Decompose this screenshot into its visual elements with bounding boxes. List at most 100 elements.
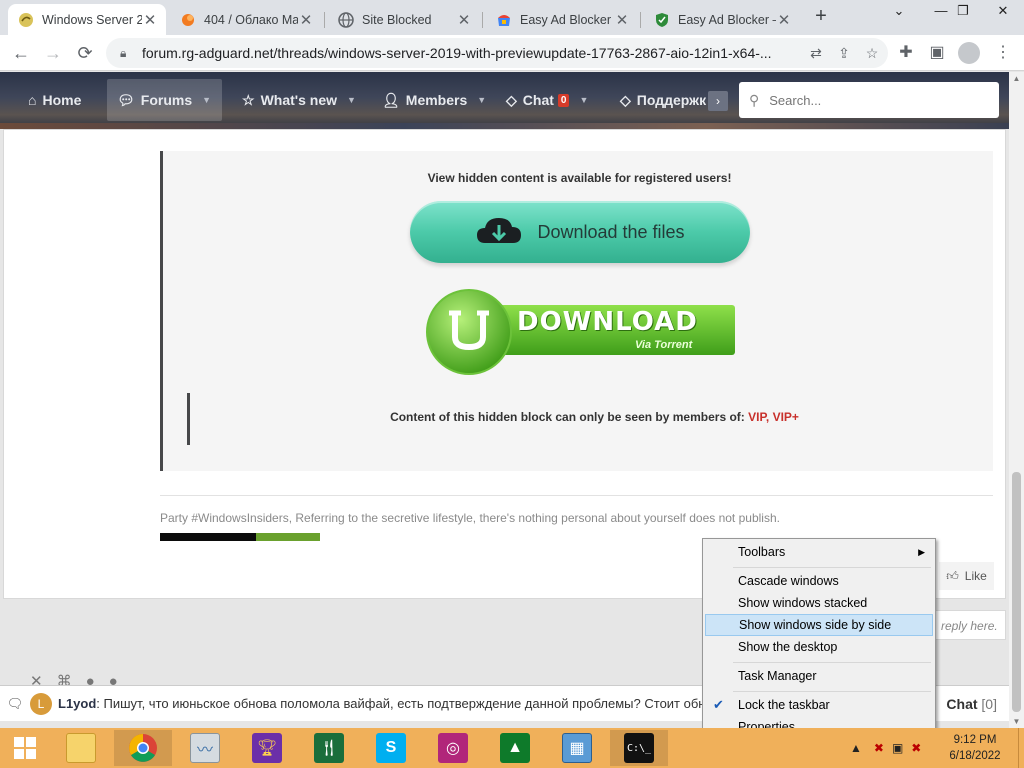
tab-title: Windows Server 2 [42, 12, 142, 27]
torrent-download-banner[interactable]: DOWNLOAD Via Torrent [425, 289, 737, 375]
translate-icon[interactable]: ⇄ [802, 45, 830, 62]
download-files-label: Download the files [537, 221, 685, 242]
menu-item-show-the-desktop[interactable]: Show the desktop [705, 636, 933, 658]
taskbar-system-monitor[interactable]: 〰 [176, 730, 234, 766]
start-button[interactable] [0, 728, 50, 768]
scroll-up-icon[interactable]: ▲ [1009, 74, 1024, 83]
tab-site-blocked[interactable]: Site Blocked ✕ [328, 4, 480, 35]
tab-title: Easy Ad Blocker – [678, 12, 776, 27]
chat-toggle[interactable]: Chat [0] [946, 696, 997, 712]
caret-down-icon[interactable]: ▼ [477, 95, 486, 105]
taskbar-kitchen-app[interactable]: 🍴︎ [300, 730, 358, 766]
download-files-button[interactable]: Download the files [410, 201, 750, 263]
menu-item-show-windows-side-by-side[interactable]: Show windows side by side [705, 614, 933, 636]
tab-search-chevron-icon[interactable]: ⌄ [886, 3, 912, 25]
network-icon[interactable]: ▣ [892, 741, 903, 755]
taskbar-camera[interactable]: ◎ [424, 730, 482, 766]
taskbar-chrome[interactable] [114, 730, 172, 766]
reload-icon[interactable]: ⟳ [74, 42, 96, 64]
taskbar: 〰 🏆︎ 🍴︎ S ◎ ▲ ▦ C:\_ ▲ ✖ ▣ ✖ 9:12 PM 6/1… [0, 728, 1024, 768]
menu-item-label: Task Manager [738, 669, 817, 683]
vip-message: Content of this hidden block can only be… [190, 410, 999, 424]
menu-item-toolbars[interactable]: Toolbars ▶ [705, 541, 933, 563]
tag-icon: ◇ [620, 91, 631, 108]
menu-item-label: Cascade windows [738, 574, 839, 588]
menu-item-task-manager[interactable]: Task Manager [705, 665, 933, 687]
caret-down-icon[interactable]: ▼ [347, 95, 356, 105]
tab-windows-server[interactable]: Windows Server 2 ✕ [8, 4, 166, 35]
menu-item-cascade-windows[interactable]: Cascade windows [705, 570, 933, 592]
show-hidden-icons-icon[interactable]: ▲ [850, 741, 862, 755]
taskbar-clock[interactable]: 9:12 PM 6/18/2022 [945, 732, 1005, 764]
nav-home[interactable]: ⌂ Home [18, 79, 91, 121]
tab-oblako[interactable]: 404 / Облако Ma ✕ [170, 4, 322, 35]
tab-easy-ad-blocker-1[interactable]: Easy Ad Blocker – ✕ [486, 4, 638, 35]
taskbar-file-explorer[interactable] [52, 730, 110, 766]
stock-chart-icon: ▲ [500, 733, 530, 763]
nav-support[interactable]: ◇ Поддержк [610, 79, 706, 121]
chat-username[interactable]: L1yod [58, 696, 96, 711]
scrollbar-thumb[interactable] [1012, 472, 1021, 712]
action-center-error-icon[interactable]: ✖ [874, 741, 884, 755]
like-label: Like [964, 569, 987, 583]
taskbar-stock-app[interactable]: ▲ [486, 730, 544, 766]
vip-groups-link[interactable]: VIP, VIP+ [748, 410, 799, 424]
forward-arrow-icon[interactable]: → [42, 42, 64, 64]
show-desktop-button[interactable] [1018, 728, 1024, 768]
torrent-subtitle: Via Torrent [635, 339, 693, 351]
address-bar[interactable]: 🔒︎ forum.rg-adguard.net/threads/windows-… [106, 38, 888, 68]
scroll-down-icon[interactable]: ▼ [1009, 717, 1024, 726]
profile-avatar-icon[interactable] [958, 42, 980, 64]
tab-easy-ad-blocker-2[interactable]: Easy Ad Blocker – ✕ [644, 4, 800, 35]
menu-item-lock-the-taskbar[interactable]: ✔ Lock the taskbar [705, 694, 933, 716]
menu-item-show-windows-stacked[interactable]: Show windows stacked [705, 592, 933, 614]
close-tab-icon[interactable]: ✕ [298, 11, 314, 29]
menu-divider [733, 691, 931, 692]
submenu-arrow-icon: ▶ [918, 547, 925, 557]
back-arrow-icon[interactable]: ← [10, 42, 32, 64]
close-tab-icon[interactable]: ✕ [776, 11, 792, 29]
taskbar-trophy-app[interactable]: 🏆︎ [238, 730, 296, 766]
nav-chat[interactable]: ◇ Chat 0 ▼ [496, 79, 598, 121]
globe-icon [338, 11, 354, 28]
search-input[interactable] [769, 92, 990, 108]
menu-item-label: Show windows side by side [739, 618, 892, 632]
nav-label: Members [405, 92, 468, 108]
nav-scroll-right-icon[interactable]: › [708, 91, 728, 111]
close-tab-icon[interactable]: ✕ [614, 11, 630, 29]
control-panel-icon: ▦ [562, 733, 592, 763]
taskbar-command-prompt[interactable]: C:\_ [610, 730, 668, 766]
clock-date: 6/18/2022 [949, 750, 1001, 762]
taskbar-skype[interactable]: S [362, 730, 420, 766]
home-icon: ⌂ [28, 92, 37, 108]
nav-forums[interactable]: 💬︎ Forums ▼ [107, 79, 222, 121]
close-window-icon[interactable]: ✕ [990, 3, 1016, 25]
new-tab-button[interactable]: + [810, 6, 832, 28]
caret-down-icon[interactable]: ▼ [202, 95, 211, 105]
side-panel-icon[interactable]: ▣ [926, 42, 948, 64]
fork-knife-icon: 🍴︎ [314, 733, 344, 763]
volume-muted-icon[interactable]: ✖ [911, 741, 921, 755]
forum-search[interactable]: ⚲ [739, 82, 999, 118]
tab-title: Easy Ad Blocker – [520, 12, 614, 27]
restore-icon[interactable]: ❐ [950, 3, 976, 25]
page-scrollbar[interactable]: ▲ ▼ [1009, 72, 1024, 728]
close-tab-icon[interactable]: ✕ [456, 11, 472, 29]
chrome-webstore-favicon-icon [496, 12, 512, 28]
system-tray: ▲ ✖ ▣ ✖ [850, 728, 921, 768]
close-tab-icon[interactable]: ✕ [142, 11, 158, 29]
browser-menu-icon[interactable]: ⋮ [992, 42, 1014, 64]
nav-members[interactable]: 👤︎ Members ▼ [372, 79, 496, 121]
taskbar-control-panel[interactable]: ▦ [548, 730, 606, 766]
forum-post: View hidden content is available for reg… [3, 129, 1006, 599]
bookmark-star-icon[interactable]: ☆ [858, 45, 886, 62]
extensions-puzzle-icon[interactable]: ✚ [895, 42, 917, 64]
hidden-content-block: View hidden content is available for reg… [160, 151, 993, 471]
like-button[interactable]: 👍︎ Like [939, 562, 994, 590]
caret-down-icon[interactable]: ▼ [579, 95, 588, 105]
share-icon[interactable]: ⇪ [830, 45, 858, 62]
nav-whats-new[interactable]: ☆ What's new ▼ [232, 79, 366, 121]
signature-banner-image [160, 533, 320, 541]
forum-navbar: ⌂ Home 💬︎ Forums ▼ ☆ What's new ▼ 👤︎ Mem… [0, 72, 1009, 129]
user-icon: 👤︎ [382, 91, 400, 108]
